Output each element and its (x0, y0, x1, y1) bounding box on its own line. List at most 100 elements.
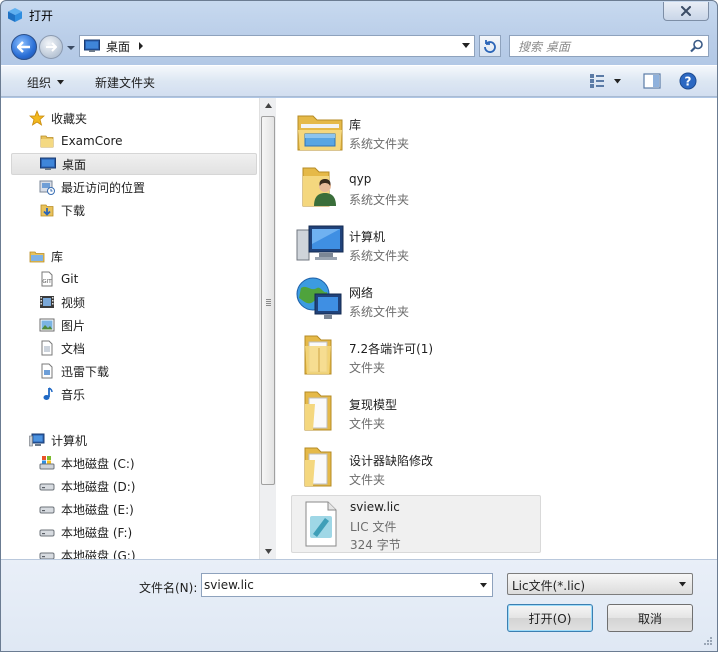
file-item-folder[interactable]: 设计器缺陷修改 文件夹 (291, 438, 541, 494)
scrollbar-thumb[interactable] (261, 116, 275, 485)
file-item-computer[interactable]: 计算机 系统文件夹 (291, 214, 541, 270)
file-name: sview.lic (350, 500, 400, 514)
nav-item-label: 文档 (61, 341, 86, 356)
svg-text:?: ? (685, 75, 692, 89)
drive-icon (39, 506, 55, 514)
open-button[interactable]: 打开(O) (507, 604, 593, 632)
star-icon (29, 110, 45, 126)
filename-input[interactable] (204, 576, 474, 594)
file-type: 系统文件夹 (349, 193, 410, 207)
resize-grip-icon[interactable] (701, 636, 713, 648)
nav-item-drive-f[interactable]: 本地磁盘 (F:) (11, 521, 257, 543)
search-icon[interactable] (690, 39, 704, 53)
svg-text:GIT: GIT (42, 279, 52, 285)
nav-favorites[interactable]: 收藏夹 (11, 107, 257, 129)
file-type: 文件夹 (349, 417, 386, 431)
navigation-pane[interactable]: 收藏夹 ExamCore 桌面 最近访问的位置 下载 库 GIT Git 视频 … (1, 98, 259, 559)
file-item-network[interactable]: 网络 系统文件夹 (291, 270, 541, 326)
nav-computer[interactable]: 计算机 (11, 429, 257, 451)
file-name: 计算机 (349, 230, 386, 244)
recent-pages-chevron-down-icon[interactable] (67, 44, 75, 52)
nav-item-music[interactable]: 音乐 (11, 383, 257, 405)
nav-libraries[interactable]: 库 (11, 245, 257, 267)
folder-icon (304, 335, 332, 375)
dialog-footer: 文件名(N): Lic文件(*.lic) 打开(O) 取消 (1, 559, 717, 651)
nav-item-downloads[interactable]: 下载 (11, 199, 257, 221)
close-button[interactable] (663, 2, 709, 21)
file-list[interactable]: 库 系统文件夹 qyp 系统文件夹 计算机 系统文件夹 网络 系统文件夹 7.2… (277, 98, 717, 559)
file-item-user-qyp[interactable]: qyp 系统文件夹 (291, 158, 541, 214)
file-name: 网络 (349, 286, 374, 300)
filename-combobox[interactable] (201, 573, 493, 597)
filetype-dropdown-icon (679, 582, 686, 587)
new-folder-button[interactable]: 新建文件夹 (95, 74, 155, 91)
refresh-icon (484, 40, 496, 53)
documents-icon (41, 340, 53, 356)
nav-item-label: 本地磁盘 (D:) (61, 479, 136, 494)
nav-item-documents[interactable]: 文档 (11, 337, 257, 359)
computer-icon (296, 225, 344, 261)
organize-button[interactable]: 组织 (27, 74, 65, 91)
file-type: 系统文件夹 (349, 305, 410, 319)
forward-button[interactable] (39, 35, 63, 59)
nav-item-label: 视频 (61, 295, 86, 310)
file-item-folder[interactable]: 7.2各端许可(1) 文件夹 (291, 326, 541, 382)
file-name: 复现模型 (349, 398, 398, 412)
nav-item-label: 音乐 (61, 387, 86, 402)
file-name: 7.2各端许可(1) (349, 342, 434, 356)
scroll-up-icon[interactable] (265, 103, 272, 108)
refresh-button[interactable] (479, 35, 501, 57)
new-folder-label: 新建文件夹 (95, 76, 156, 90)
file-type: LIC 文件 (350, 520, 397, 534)
search-box[interactable]: 搜索 桌面 (509, 35, 709, 57)
nav-item-videos[interactable]: 视频 (11, 291, 257, 313)
filetype-value: Lic文件(*.lic) (512, 579, 586, 593)
nav-item-label: 最近访问的位置 (61, 180, 146, 195)
nav-computer-label: 计算机 (51, 433, 88, 448)
cancel-button[interactable]: 取消 (607, 604, 693, 632)
back-button[interactable] (11, 34, 37, 60)
desktop-icon (40, 157, 56, 170)
nav-item-drive-c[interactable]: 本地磁盘 (C:) (11, 452, 257, 474)
file-item-sview-lic[interactable]: sview.lic LIC 文件 324 字节 (291, 495, 541, 553)
nav-item-drive-d[interactable]: 本地磁盘 (D:) (11, 475, 257, 497)
file-item-folder[interactable]: 复现模型 文件夹 (291, 382, 541, 438)
view-dropdown-icon[interactable] (614, 79, 621, 84)
network-icon (296, 277, 342, 319)
organize-label: 组织 (27, 76, 52, 90)
file-name: qyp (349, 172, 372, 186)
navigation-scrollbar[interactable] (259, 98, 276, 559)
file-item-libraries[interactable]: 库 系统文件夹 (291, 102, 541, 158)
nav-item-label: ExamCore (61, 134, 123, 148)
drive-icon (39, 529, 55, 537)
library-icon (29, 251, 45, 263)
nav-item-drive-g[interactable]: 本地磁盘 (G:) (11, 544, 257, 559)
drive-icon (39, 552, 55, 559)
nav-item-desktop[interactable]: 桌面 (11, 153, 257, 175)
window-title: 打开 (29, 9, 54, 23)
nav-item-label: 本地磁盘 (G:) (61, 548, 136, 560)
nav-item-thunder-downloads[interactable]: 迅雷下载 (11, 360, 257, 382)
arrow-right-icon (46, 42, 57, 52)
close-icon (681, 6, 691, 16)
address-bar[interactable]: 桌面 (79, 35, 475, 57)
filename-dropdown-icon[interactable] (480, 583, 487, 588)
nav-item-label: 本地磁盘 (F:) (61, 525, 133, 540)
nav-item-git[interactable]: GIT Git (11, 268, 257, 290)
help-icon[interactable]: ? (679, 72, 697, 90)
address-dropdown-icon[interactable] (462, 43, 470, 49)
view-options-icon[interactable] (589, 73, 605, 89)
filetype-select[interactable]: Lic文件(*.lic) (507, 573, 693, 595)
nav-item-label: 迅雷下载 (61, 364, 110, 379)
nav-item-pictures[interactable]: 图片 (11, 314, 257, 336)
nav-item-label: 图片 (61, 318, 86, 333)
nav-item-examcore[interactable]: ExamCore (11, 130, 257, 152)
nav-item-recent-places[interactable]: 最近访问的位置 (11, 176, 257, 198)
nav-item-drive-e[interactable]: 本地磁盘 (E:) (11, 498, 257, 520)
breadcrumb-chevron-right-icon[interactable] (138, 42, 144, 50)
downloads-icon (40, 204, 54, 217)
address-location[interactable]: 桌面 (106, 38, 130, 55)
preview-pane-icon[interactable] (643, 73, 661, 89)
music-icon (43, 387, 53, 400)
scroll-down-icon[interactable] (265, 549, 272, 554)
